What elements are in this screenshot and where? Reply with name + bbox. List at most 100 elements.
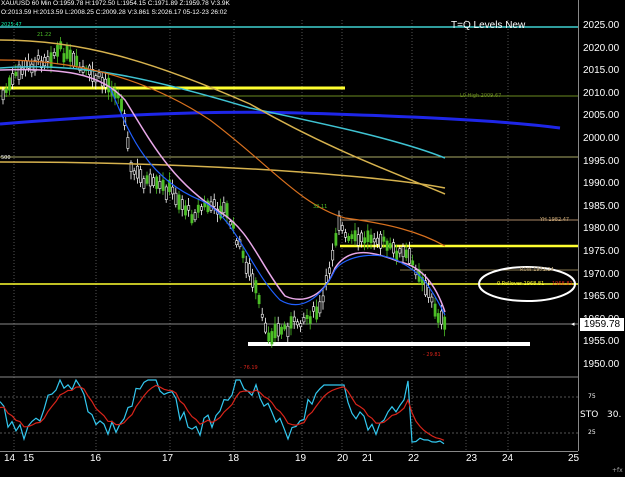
candle-body [331, 249, 335, 261]
candle-body [385, 240, 389, 251]
stochastic-tick-25: 25 [588, 429, 596, 436]
candle-body [8, 77, 11, 91]
candle-body [184, 205, 187, 216]
annotation-low-right: - 29.81 [423, 352, 441, 358]
candle-body [59, 41, 63, 50]
candle-body [97, 72, 101, 78]
candle-body [177, 194, 181, 210]
candle-body [222, 202, 226, 214]
candle-body [24, 60, 27, 71]
candle-body [257, 295, 261, 305]
candle-body [340, 225, 344, 231]
price-chart[interactable] [0, 0, 578, 451]
candle-body [267, 332, 271, 342]
price-tick: 1970.00 [583, 268, 620, 280]
candle-body [254, 280, 258, 294]
candlesticks [1, 36, 447, 348]
candle-body [126, 137, 130, 149]
candle-body [260, 313, 264, 318]
candle-body [408, 248, 411, 264]
zoom-mark: +fx [612, 467, 623, 474]
time-tick: 21 [362, 453, 374, 464]
candle-body [145, 175, 149, 184]
candle-body [302, 317, 306, 323]
time-tick: 22 [408, 453, 420, 464]
last-price-arrow: ◂ [571, 320, 575, 328]
levels-study-title: T=Q Levels New [451, 20, 526, 31]
candle-body [193, 212, 197, 221]
candle-body [161, 179, 165, 191]
candle-body [334, 233, 338, 246]
candle-body [308, 316, 312, 324]
stochastic-value: 30. [607, 410, 622, 420]
candle-body [75, 55, 79, 66]
candle-body [68, 49, 72, 62]
candle-body [120, 98, 123, 112]
candle-body [264, 322, 267, 333]
candle-body [46, 56, 50, 62]
candle-body [440, 310, 443, 325]
candle-body [139, 169, 143, 183]
time-tick: 23 [466, 453, 478, 464]
candle-body [388, 243, 392, 249]
stochastic-tick-75: 75 [588, 393, 596, 400]
candle-body [190, 214, 194, 224]
time-tick: 15 [23, 453, 35, 464]
candle-body [136, 165, 139, 179]
candle-body [305, 314, 309, 319]
candle-body [436, 313, 440, 323]
candle-body [430, 296, 434, 303]
stochastic-k-line [0, 378, 445, 445]
candle-body [401, 246, 405, 258]
candle-body [14, 71, 18, 77]
candle-body [369, 234, 373, 244]
candle-body [244, 261, 248, 274]
candle-body [280, 326, 283, 335]
candle-body [200, 206, 203, 211]
candle-body [148, 173, 152, 187]
candle-body [312, 306, 315, 312]
time-tick: 25 [568, 453, 580, 464]
candle-body [299, 323, 303, 328]
time-tick: 14 [4, 453, 16, 464]
candle-body [286, 325, 290, 337]
candle-body [337, 215, 341, 231]
candle-body [65, 45, 69, 59]
candle-body [292, 316, 296, 322]
candle-body [235, 240, 239, 246]
annotation-rollover-value: 1968.81 [552, 281, 573, 287]
price-tick: 1980.00 [583, 223, 620, 235]
time-tick: 19 [295, 453, 307, 464]
candle-body [273, 323, 277, 339]
candle-body [350, 234, 354, 239]
price-tick: 2025.00 [583, 20, 620, 31]
candle-body [49, 52, 53, 68]
annotation-rollover: 0 Rollover 1968.81 [497, 281, 545, 287]
candle-body [276, 323, 280, 337]
ma-pink [0, 68, 446, 313]
price-tick: 2020.00 [583, 42, 620, 54]
time-tick: 20 [337, 453, 349, 464]
price-tick: 1975.00 [583, 246, 620, 257]
candle-body [372, 238, 376, 243]
candle-body [36, 55, 40, 60]
candle-body [318, 301, 322, 314]
candle-body [324, 275, 328, 283]
candle-body [411, 260, 415, 266]
candle-body [1, 89, 5, 101]
time-tick: 24 [502, 453, 514, 464]
candle-body [433, 303, 437, 317]
candle-body [363, 237, 367, 244]
candle-body [398, 248, 402, 254]
candle-body [382, 236, 386, 242]
price-tick: 1995.00 [583, 155, 620, 167]
candle-body [132, 170, 136, 175]
candle-body [404, 249, 408, 259]
time-axis[interactable] [0, 451, 578, 477]
candle-body [443, 316, 447, 330]
candle-body [296, 321, 299, 326]
candle-body [187, 205, 191, 211]
candle-body [360, 232, 363, 243]
candle-body [289, 316, 293, 329]
time-tick: 17 [162, 453, 174, 464]
